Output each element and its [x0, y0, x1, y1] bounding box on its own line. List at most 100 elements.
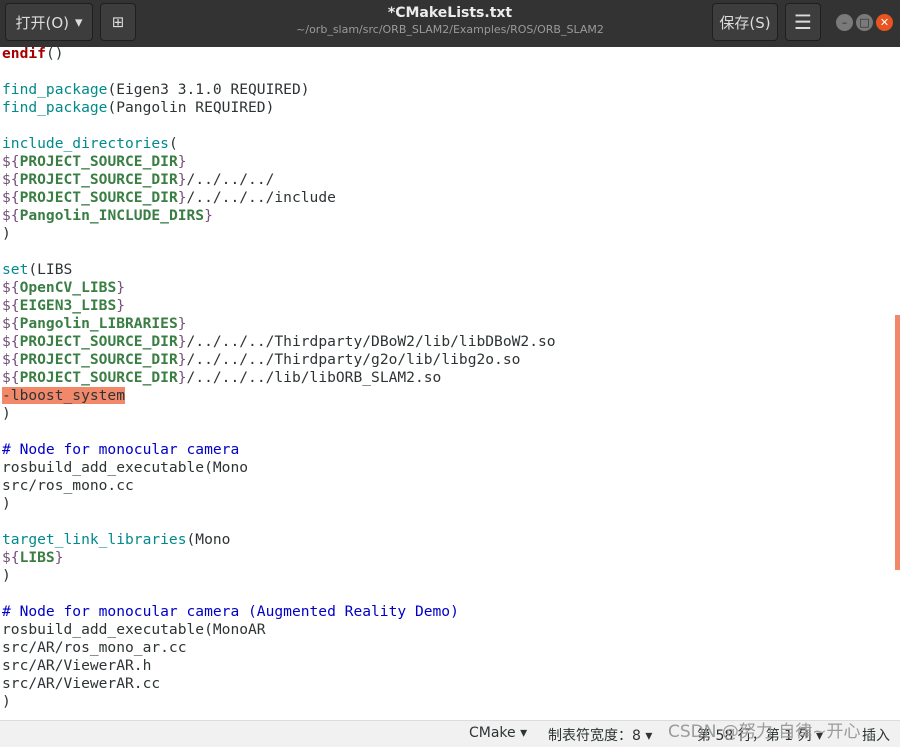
code-token: find_package [2, 99, 108, 116]
code-token: (Mono [186, 531, 231, 548]
code-token: } [177, 189, 187, 206]
code-token: Pangolin_INCLUDE_DIRS [19, 207, 205, 224]
code-token: rosbuild_add_executable(MonoAR [2, 621, 266, 638]
code-line[interactable]: src/AR/ros_mono_ar.cc [2, 639, 556, 657]
code-token: ( [168, 135, 178, 152]
code-token: PROJECT_SOURCE_DIR [19, 153, 178, 170]
code-token: include_directories [2, 135, 169, 152]
code-line[interactable]: ${PROJECT_SOURCE_DIR} [2, 153, 556, 171]
code-token: /../../../lib/libORB_SLAM2.so [186, 369, 442, 386]
code-line[interactable]: ) [2, 225, 556, 243]
code-token: } [177, 153, 187, 170]
tab-width-selector[interactable]: 制表符宽度：8 ▾ [548, 725, 652, 745]
new-tab-icon: ⊞ [111, 13, 125, 31]
window-title: *CMakeLists.txt [387, 5, 513, 21]
maximize-icon[interactable]: □ [856, 14, 873, 31]
code-line[interactable]: ${EIGEN3_LIBS} [2, 297, 556, 315]
window-title-area: *CMakeLists.txt ~/orb_slam/src/ORB_SLAM2… [240, 5, 660, 36]
code-token: ) [2, 405, 11, 422]
code-token: } [116, 279, 126, 296]
save-button[interactable]: 保存(S) [712, 3, 778, 41]
code-token: ${ [2, 189, 20, 206]
code-line[interactable]: ${PROJECT_SOURCE_DIR}/../../../include [2, 189, 556, 207]
code-token: ${ [2, 549, 20, 566]
code-token: Pangolin_LIBRARIES [19, 315, 178, 332]
code-line[interactable]: ${PROJECT_SOURCE_DIR}/../../../Thirdpart… [2, 351, 556, 369]
code-token: # Node for monocular camera (Augmented R… [2, 603, 459, 620]
new-document-button[interactable]: ⊞ [100, 3, 136, 41]
code-line[interactable]: src/AR/ViewerAR.h [2, 657, 556, 675]
code-line[interactable]: src/ros_mono.cc [2, 477, 556, 495]
code-line[interactable] [2, 585, 556, 603]
code-token: ${ [2, 297, 20, 314]
code-line[interactable]: include_directories( [2, 135, 556, 153]
code-token: ${ [2, 207, 20, 224]
open-button[interactable]: 打开(O) ▾ [5, 3, 93, 41]
code-token: rosbuild_add_executable(Mono [2, 459, 249, 476]
code-token: src/AR/ViewerAR.cc [2, 675, 161, 692]
code-line[interactable]: ) [2, 495, 556, 513]
code-token: ) [2, 693, 11, 710]
code-line[interactable]: find_package(Eigen3 3.1.0 REQUIRED) [2, 81, 556, 99]
header-bar: 打开(O) ▾ ⊞ *CMakeLists.txt ~/orb_slam/src… [0, 0, 900, 47]
code-line[interactable]: ${Pangolin_INCLUDE_DIRS} [2, 207, 556, 225]
code-line[interactable]: ${PROJECT_SOURCE_DIR}/../../../ [2, 171, 556, 189]
open-button-label: 打开(O) [15, 13, 69, 32]
text-editor[interactable]: endif() find_package(Eigen3 3.1.0 REQUIR… [0, 47, 900, 720]
code-line[interactable]: ${PROJECT_SOURCE_DIR}/../../../Thirdpart… [2, 333, 556, 351]
code-token: ${ [2, 315, 20, 332]
minimize-icon[interactable]: – [836, 14, 853, 31]
code-token: } [177, 333, 187, 350]
code-line[interactable]: ) [2, 405, 556, 423]
code-line[interactable]: ${Pangolin_LIBRARIES} [2, 315, 556, 333]
close-icon[interactable]: ✕ [876, 14, 893, 31]
code-token: ) [2, 225, 11, 242]
code-line[interactable]: ${PROJECT_SOURCE_DIR}/../../../lib/libOR… [2, 369, 556, 387]
code-line[interactable] [2, 513, 556, 531]
code-token: ${ [2, 171, 20, 188]
code-line[interactable]: rosbuild_add_executable(Mono [2, 459, 556, 477]
file-path: ~/orb_slam/src/ORB_SLAM2/Examples/ROS/OR… [296, 23, 604, 36]
code-token: } [116, 297, 126, 314]
code-line[interactable] [2, 711, 556, 720]
code-token: ) [2, 567, 11, 584]
code-line[interactable]: rosbuild_add_executable(MonoAR [2, 621, 556, 639]
code-line[interactable]: endif() [2, 47, 556, 63]
code-token: } [204, 207, 213, 224]
watermark: CSDN @努力 自律~开心 [668, 722, 861, 742]
code-line[interactable]: src/AR/ViewerAR.cc [2, 675, 556, 693]
code-line[interactable] [2, 63, 556, 81]
code-line[interactable]: set(LIBS [2, 261, 556, 279]
code-line[interactable]: ) [2, 567, 556, 585]
code-token: endif [2, 47, 46, 62]
code-line[interactable]: # Node for monocular camera [2, 441, 556, 459]
code-line[interactable] [2, 243, 556, 261]
code-line[interactable]: ${OpenCV_LIBS} [2, 279, 556, 297]
code-token: /../../../Thirdparty/DBoW2/lib/libDBoW2.… [186, 333, 556, 350]
code-line[interactable]: target_link_libraries(Mono [2, 531, 556, 549]
code-line[interactable] [2, 423, 556, 441]
code-line[interactable]: ) [2, 693, 556, 711]
code-token: (LIBS [28, 261, 73, 278]
code-token: find_package [2, 81, 108, 98]
code-line[interactable]: ${LIBS} [2, 549, 556, 567]
code-line[interactable] [2, 117, 556, 135]
code-line[interactable]: # Node for monocular camera (Augmented R… [2, 603, 556, 621]
code-token: } [177, 171, 187, 188]
code-token: ${ [2, 369, 20, 386]
code-token: PROJECT_SOURCE_DIR [19, 189, 178, 206]
hamburger-menu-button[interactable]: ☰ [785, 3, 821, 41]
code-token: ${ [2, 153, 20, 170]
code-token: target_link_libraries [2, 531, 187, 548]
language-selector[interactable]: CMake ▾ [469, 725, 527, 741]
code-area[interactable]: endif() find_package(Eigen3 3.1.0 REQUIR… [2, 47, 556, 720]
code-token: PROJECT_SOURCE_DIR [19, 369, 178, 386]
code-token: ) [2, 495, 11, 512]
code-line[interactable]: -lboost_system [2, 387, 556, 405]
code-token: OpenCV_LIBS [19, 279, 117, 296]
code-line[interactable]: find_package(Pangolin REQUIRED) [2, 99, 556, 117]
code-token: ${ [2, 351, 20, 368]
code-token: /../../../ [186, 171, 275, 188]
scrollbar-thumb[interactable] [895, 315, 900, 570]
menu-icon: ☰ [794, 10, 812, 34]
